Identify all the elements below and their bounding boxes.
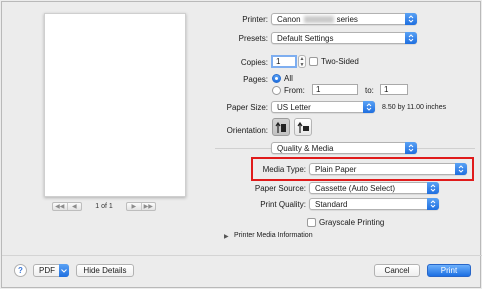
pages-to-label: to:: [365, 86, 374, 95]
first-page-icon[interactable]: ◀◀: [53, 204, 67, 210]
landscape-button[interactable]: [294, 118, 312, 136]
copies-stepper[interactable]: ▲ ▼: [298, 55, 306, 68]
orientation-label: Orientation:: [226, 126, 268, 135]
popup-arrows-icon: [363, 101, 375, 113]
copies-value: 1: [276, 57, 281, 66]
print-quality-value: Standard: [315, 199, 348, 209]
portrait-icon: [275, 121, 286, 133]
landscape-icon: [297, 121, 309, 133]
paper-size-value: US Letter: [277, 102, 311, 112]
pages-from-value: 1: [316, 85, 321, 94]
paper-source-label: Paper Source:: [254, 184, 306, 193]
footer-separator: [2, 255, 482, 256]
section-value: Quality & Media: [277, 143, 334, 153]
paper-source-value: Cassette (Auto Select): [315, 183, 396, 193]
preview-next-buttons[interactable]: ▶ ▶▶: [126, 202, 156, 211]
printer-popup[interactable]: Canon series: [271, 13, 417, 25]
paper-size-label: Paper Size:: [226, 103, 268, 112]
media-type-value: Plain Paper: [315, 164, 357, 174]
page-preview: [44, 13, 186, 197]
prev-page-icon[interactable]: ◀: [68, 204, 82, 210]
pages-all-label: All: [284, 74, 293, 83]
two-sided-checkbox[interactable]: [309, 57, 318, 66]
printer-name-suffix: series: [336, 14, 358, 24]
next-page-icon[interactable]: ▶: [127, 204, 141, 210]
pdf-label: PDF: [39, 266, 55, 275]
popup-arrows-icon: [427, 198, 439, 210]
print-button[interactable]: Print: [427, 264, 471, 277]
last-page-icon[interactable]: ▶▶: [142, 204, 156, 210]
print-quality-label: Print Quality:: [260, 200, 306, 209]
copies-field[interactable]: 1: [271, 55, 297, 68]
pages-from-radio[interactable]: [272, 86, 281, 95]
paper-source-popup[interactable]: Cassette (Auto Select): [309, 182, 439, 194]
portrait-button[interactable]: [272, 118, 290, 136]
media-type-popup[interactable]: Plain Paper: [309, 163, 467, 175]
pages-to-field[interactable]: 1: [380, 84, 408, 95]
popup-arrows-icon: [405, 32, 417, 44]
paper-dimensions: 8.50 by 11.00 inches: [382, 104, 447, 111]
presets-popup[interactable]: Default Settings: [271, 32, 417, 44]
preview-prev-buttons[interactable]: ◀◀ ◀: [52, 202, 82, 211]
hide-details-button[interactable]: Hide Details: [76, 264, 134, 277]
presets-value: Default Settings: [277, 33, 334, 43]
pages-from-label: From:: [284, 86, 305, 95]
paper-size-popup[interactable]: US Letter: [271, 101, 375, 113]
printer-label: Printer:: [242, 15, 268, 24]
copies-label: Copies:: [240, 58, 268, 67]
pages-to-value: 1: [384, 85, 389, 94]
help-button[interactable]: ?: [14, 264, 27, 277]
print-quality-popup[interactable]: Standard: [309, 198, 439, 210]
page-count-label: 1 of 1: [95, 203, 113, 210]
popup-arrows-icon: [405, 13, 417, 25]
pages-from-field[interactable]: 1: [312, 84, 358, 95]
popup-arrows-icon: [455, 163, 467, 175]
pages-all-radio[interactable]: [272, 74, 281, 83]
printer-name-prefix: Canon: [277, 14, 301, 24]
cancel-button[interactable]: Cancel: [374, 264, 420, 277]
redacted-model: [303, 15, 334, 23]
popup-arrows-icon: [405, 142, 417, 154]
grayscale-label: Grayscale Printing: [319, 218, 385, 227]
presets-label: Presets:: [238, 34, 268, 43]
disclosure-triangle-icon[interactable]: ▶: [224, 233, 229, 240]
print-dialog: ◀◀ ◀ 1 of 1 ▶ ▶▶ Printer: Canon series P…: [1, 1, 482, 288]
popup-arrows-icon: [427, 182, 439, 194]
two-sided-label: Two-Sided: [321, 57, 359, 66]
pages-label: Pages:: [243, 75, 268, 84]
preview-pager: ◀◀ ◀ 1 of 1 ▶ ▶▶: [52, 200, 156, 213]
pdf-menu-button[interactable]: PDF: [33, 264, 69, 277]
grayscale-checkbox[interactable]: [307, 218, 316, 227]
media-type-label: Media Type:: [262, 165, 306, 174]
printer-media-info-label[interactable]: Printer Media Information: [234, 232, 313, 239]
chevron-down-icon: [59, 264, 69, 277]
section-popup[interactable]: Quality & Media: [271, 142, 417, 154]
